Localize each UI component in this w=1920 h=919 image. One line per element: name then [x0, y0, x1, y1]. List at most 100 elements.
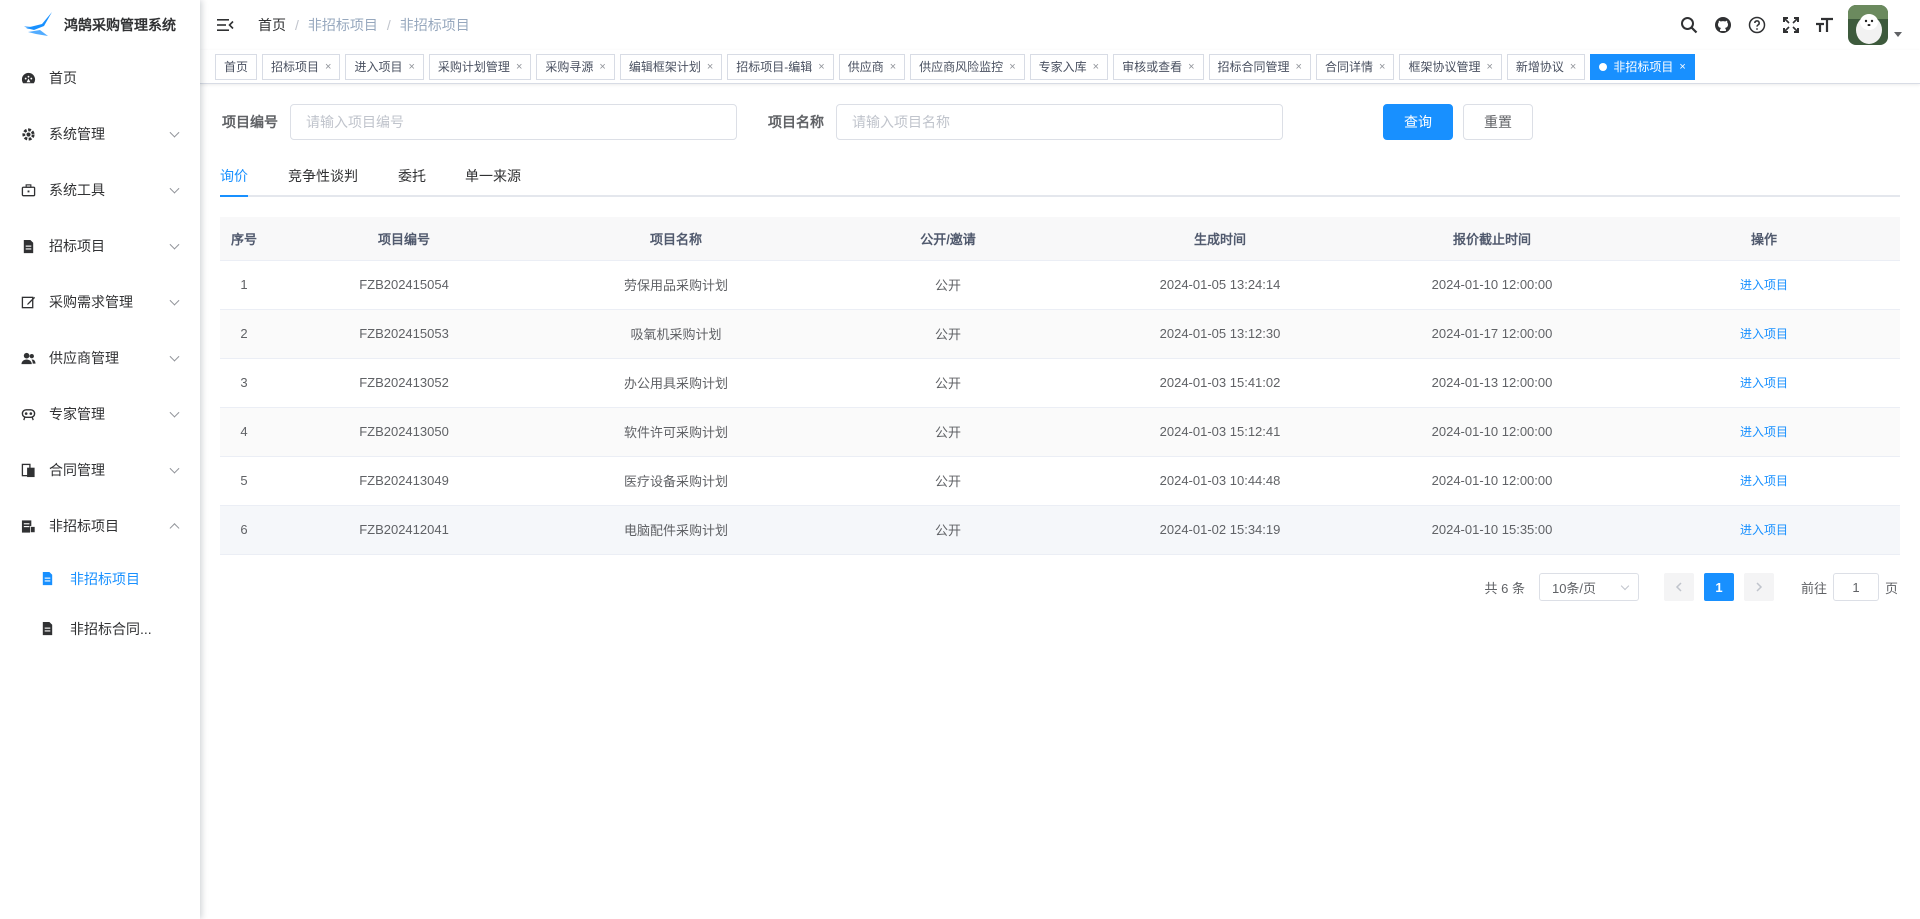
cell-no: 6: [220, 505, 268, 555]
tab-active-indicator: [220, 195, 248, 197]
goto-page-input[interactable]: [1832, 573, 1879, 601]
column-header: 序号: [220, 217, 268, 261]
tag-item[interactable]: 招标项目 ×: [262, 53, 341, 80]
sidebar-item-bid-projects[interactable]: 招标项目: [0, 218, 200, 274]
tab-entrust[interactable]: 委托: [398, 157, 426, 197]
close-icon[interactable]: ×: [1093, 55, 1099, 79]
sidebar-item-label: 采购需求管理: [49, 294, 133, 310]
tag-item[interactable]: 供应商 ×: [838, 53, 906, 80]
project-code-label: 项目编号: [222, 114, 278, 130]
avatar[interactable]: [1848, 5, 1888, 45]
close-icon[interactable]: ×: [1009, 55, 1015, 79]
tag-item[interactable]: 审核或查看 ×: [1113, 53, 1204, 80]
enter-project-link[interactable]: 进入项目: [1740, 523, 1788, 537]
github-icon[interactable]: [1706, 0, 1740, 50]
cell-name: 医疗设备采购计划: [540, 456, 812, 506]
enter-project-link[interactable]: 进入项目: [1740, 376, 1788, 390]
chevron-down-icon: [169, 351, 180, 362]
close-icon[interactable]: ×: [599, 55, 605, 79]
projects-table: 序号 项目编号 项目名称 公开/邀请 生成时间 报价截止时间 操作 1 FZB2…: [220, 217, 1900, 555]
project-name-input[interactable]: [836, 104, 1283, 140]
sidebar-subitem-non-bid-contracts[interactable]: 非招标合同...: [0, 604, 200, 654]
tag-item[interactable]: 首页: [215, 53, 258, 80]
close-icon[interactable]: ×: [818, 55, 824, 79]
reset-button[interactable]: 重置: [1463, 104, 1533, 140]
tag-item[interactable]: 合同详情 ×: [1315, 53, 1395, 80]
cell-code: FZB202415054: [268, 260, 540, 310]
caret-down-icon: [1894, 31, 1902, 37]
page-size-select[interactable]: 10条/页: [1538, 573, 1639, 601]
sidebar-item-expert-management[interactable]: 专家管理: [0, 386, 200, 442]
cell-type: 公开: [812, 456, 1084, 506]
sidebar-item-label: 供应商管理: [49, 350, 119, 366]
project-code-input[interactable]: [290, 104, 737, 140]
table-row: 1 FZB202415054 劳保用品采购计划 公开 2024-01-05 13…: [220, 260, 1900, 310]
help-icon[interactable]: [1740, 0, 1774, 50]
sidebar-item-system-management[interactable]: 系统管理: [0, 106, 200, 162]
enter-project-link[interactable]: 进入项目: [1740, 278, 1788, 292]
cell-deadline: 2024-01-10 12:00:00: [1356, 407, 1628, 457]
tab-competitive-negotiation[interactable]: 竞争性谈判: [288, 157, 358, 197]
enter-project-link[interactable]: 进入项目: [1740, 425, 1788, 439]
tag-item[interactable]: 编辑框架计划 ×: [619, 53, 723, 80]
fullscreen-icon[interactable]: [1774, 0, 1808, 50]
close-icon[interactable]: ×: [1679, 55, 1685, 79]
close-icon[interactable]: ×: [325, 55, 331, 79]
tag-item[interactable]: 新增协议 ×: [1506, 53, 1586, 80]
sidebar-item-label: 非招标项目: [49, 518, 119, 534]
tag-item[interactable]: 采购计划管理 ×: [428, 53, 532, 80]
tab-inquiry[interactable]: 询价: [220, 157, 248, 197]
close-icon[interactable]: ×: [516, 55, 522, 79]
sidebar-item-home[interactable]: 首页: [0, 50, 200, 106]
breadcrumb-item: 非招标项目: [399, 17, 470, 33]
tag-item[interactable]: 采购寻源 ×: [536, 53, 615, 80]
sidebar-item-label: 系统管理: [49, 126, 105, 142]
close-icon[interactable]: ×: [890, 55, 896, 79]
close-icon[interactable]: ×: [1379, 55, 1385, 79]
close-icon[interactable]: ×: [1486, 55, 1492, 79]
tab-single-source[interactable]: 单一来源: [465, 157, 521, 197]
cell-name: 办公用具采购计划: [540, 358, 812, 408]
query-button[interactable]: 查询: [1383, 104, 1453, 140]
sidebar-item-non-bid-projects[interactable]: 非招标项目: [0, 498, 200, 554]
sidebar-item-procurement-demand[interactable]: 采购需求管理: [0, 274, 200, 330]
close-icon[interactable]: ×: [707, 55, 713, 79]
tag-item[interactable]: 招标项目-编辑 ×: [727, 53, 834, 80]
enter-project-link[interactable]: 进入项目: [1740, 474, 1788, 488]
close-icon[interactable]: ×: [1570, 55, 1576, 79]
column-header: 报价截止时间: [1356, 217, 1628, 261]
tag-item[interactable]: 框架协议管理 ×: [1399, 53, 1502, 80]
active-dot-icon: [1599, 62, 1608, 71]
tag-item[interactable]: 进入项目 ×: [345, 53, 424, 80]
cell-type: 公开: [812, 309, 1084, 359]
page-number-button[interactable]: 1: [1703, 573, 1734, 601]
sidebar-item-contract-management[interactable]: 合同管理: [0, 442, 200, 498]
tag-item[interactable]: 供应商风险监控 ×: [910, 53, 1025, 80]
user-menu[interactable]: [1848, 5, 1902, 45]
search-icon[interactable]: [1672, 0, 1706, 50]
close-icon[interactable]: ×: [1296, 55, 1302, 79]
column-header: 公开/邀请: [812, 217, 1084, 261]
tag-item[interactable]: 招标合同管理 ×: [1208, 53, 1311, 80]
prev-page-button[interactable]: [1663, 573, 1694, 601]
next-page-button[interactable]: [1743, 573, 1774, 601]
cell-action: 进入项目: [1628, 358, 1900, 408]
cell-deadline: 2024-01-17 12:00:00: [1356, 309, 1628, 359]
close-icon[interactable]: ×: [1188, 55, 1194, 79]
font-size-icon[interactable]: [1808, 0, 1842, 50]
sidebar-item-supplier-management[interactable]: 供应商管理: [0, 330, 200, 386]
cell-type: 公开: [812, 358, 1084, 408]
tag-item[interactable]: 专家入库 ×: [1029, 53, 1109, 80]
enter-project-link[interactable]: 进入项目: [1740, 327, 1788, 341]
sidebar-subitem-non-bid-projects[interactable]: 非招标项目: [0, 554, 200, 604]
document-icon: [40, 621, 56, 637]
cell-created: 2024-01-03 15:12:41: [1084, 407, 1356, 457]
logo[interactable]: 鸿鹄采购管理系统: [0, 0, 200, 50]
tag-item-active[interactable]: 非招标项目 ×: [1590, 53, 1695, 80]
sidebar-item-system-tools[interactable]: 系统工具: [0, 162, 200, 218]
breadcrumb-item[interactable]: 首页: [258, 15, 286, 35]
close-icon[interactable]: ×: [408, 55, 414, 79]
hamburger-icon[interactable]: [216, 16, 234, 34]
cell-deadline: 2024-01-10 12:00:00: [1356, 260, 1628, 310]
chevron-right-icon: [1756, 582, 1763, 592]
